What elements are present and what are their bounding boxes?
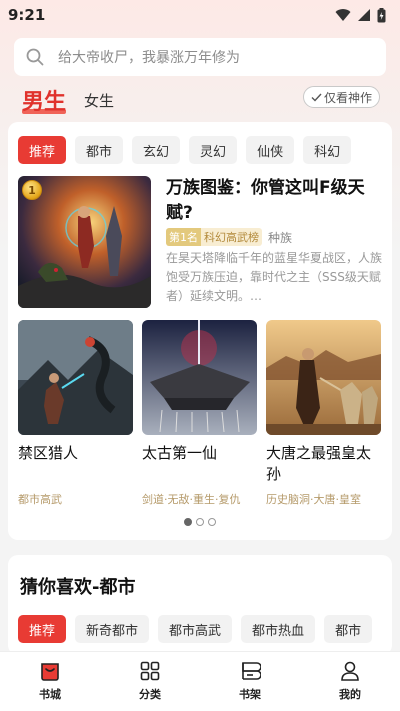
chip-urban-passion[interactable]: 都市热血: [241, 615, 316, 643]
book-meta: 剑道·无敌·重生·复仇: [142, 493, 241, 506]
chip-guess-recommend[interactable]: 推荐: [18, 615, 67, 643]
chip-recommend[interactable]: 推荐: [18, 136, 67, 164]
nav-bookstore[interactable]: 书城: [0, 652, 100, 711]
chip-urban[interactable]: 都市: [324, 615, 373, 643]
check-icon: [311, 93, 322, 102]
search-icon: [26, 48, 44, 66]
rank-list-name: 科幻高武榜: [201, 228, 262, 246]
search-placeholder: 给大帝收尸，我暴涨万年修为: [58, 50, 240, 66]
book-item[interactable]: 太古第一仙 剑道·无敌·重生·复仇: [142, 320, 257, 507]
pager-dot[interactable]: [208, 518, 216, 526]
chip-urban-martial[interactable]: 都市高武: [158, 615, 233, 643]
status-time: 9:21: [8, 6, 46, 24]
book-meta: 历史脑洞·大唐·皇室: [266, 493, 361, 506]
chip-urban[interactable]: 都市: [75, 136, 124, 164]
recommend-card: 推荐 都市 玄幻 灵幻 仙侠 科幻 1 万族图鉴：你管这叫F级天赋? 第1名 科…: [8, 122, 392, 540]
signal-icon: [358, 9, 370, 21]
bookstore-icon: [41, 663, 59, 681]
nav-category[interactable]: 分类: [100, 652, 200, 711]
featured-book-title[interactable]: 万族图鉴：你管这叫F级天赋?: [166, 176, 382, 226]
carousel-pager: [8, 518, 392, 526]
guess-you-like-card: 猜你喜欢-都市 推荐 新奇都市 都市高武 都市热血 都市: [8, 555, 392, 655]
nav-label: 我的: [339, 688, 361, 701]
bookshelf-icon: [242, 662, 261, 680]
nav-label: 书架: [239, 688, 261, 701]
book-title: 禁区猎人: [18, 444, 79, 462]
nav-label: 书城: [39, 688, 61, 701]
chip-supernatural[interactable]: 灵幻: [189, 136, 238, 164]
masterpiece-filter-toggle[interactable]: 仅看神作: [302, 86, 380, 108]
guess-chips: 推荐 新奇都市 都市高武 都市热血 都市: [18, 615, 373, 643]
pager-dot[interactable]: [196, 518, 204, 526]
book-meta: 都市高武: [18, 493, 62, 506]
category-chips: 推荐 都市 玄幻 灵幻 仙侠 科幻: [18, 136, 352, 164]
gender-tabs: 男生 女生 仅看神作: [22, 84, 386, 116]
nav-profile[interactable]: 我的: [300, 652, 400, 711]
battery-icon: [377, 7, 386, 22]
chip-fantasy[interactable]: 玄幻: [132, 136, 181, 164]
filter-label: 仅看神作: [323, 90, 372, 105]
featured-tags: 第1名 科幻高武榜 种族: [166, 228, 292, 246]
rank-badge: 1: [22, 180, 42, 200]
wifi-icon: [335, 9, 351, 21]
bottom-navigation: 书城 分类 书架 我的: [0, 651, 400, 711]
profile-icon: [341, 661, 359, 681]
genre-tag: 种族: [268, 230, 293, 245]
rank-position: 第1名: [166, 228, 201, 246]
featured-book-cover[interactable]: 1: [18, 176, 151, 308]
search-input[interactable]: 给大帝收尸，我暴涨万年修为: [14, 38, 386, 76]
chip-scifi[interactable]: 科幻: [303, 136, 352, 164]
book-item[interactable]: 大唐之最强皇太孙 历史脑洞·大唐·皇室: [266, 320, 381, 507]
status-icons: [335, 7, 386, 23]
status-bar: 9:21: [0, 0, 400, 30]
category-grid-icon: [140, 661, 160, 681]
section-title: 猜你喜欢-都市: [20, 577, 136, 598]
chip-novel-urban[interactable]: 新奇都市: [75, 615, 150, 643]
book-cover: [266, 320, 381, 435]
tab-male[interactable]: 男生: [22, 84, 66, 116]
book-cover: [142, 320, 257, 435]
nav-label: 分类: [139, 688, 161, 701]
chip-xianxia[interactable]: 仙侠: [246, 136, 295, 164]
pager-dot-active[interactable]: [184, 518, 192, 526]
nav-bookshelf[interactable]: 书架: [200, 652, 300, 711]
featured-book-description: 在昊天塔降临千年的蓝星华夏战区，人族饱受万族压迫，靠时代之主（SSS级天赋者）延…: [166, 251, 382, 303]
book-item[interactable]: 禁区猎人 都市高武: [18, 320, 133, 507]
tab-female[interactable]: 女生: [84, 90, 114, 111]
book-title: 太古第一仙: [142, 444, 218, 462]
rank-tag: 第1名 科幻高武榜: [166, 228, 262, 246]
book-cover: [18, 320, 133, 435]
book-title: 大唐之最强皇太孙: [266, 444, 372, 483]
